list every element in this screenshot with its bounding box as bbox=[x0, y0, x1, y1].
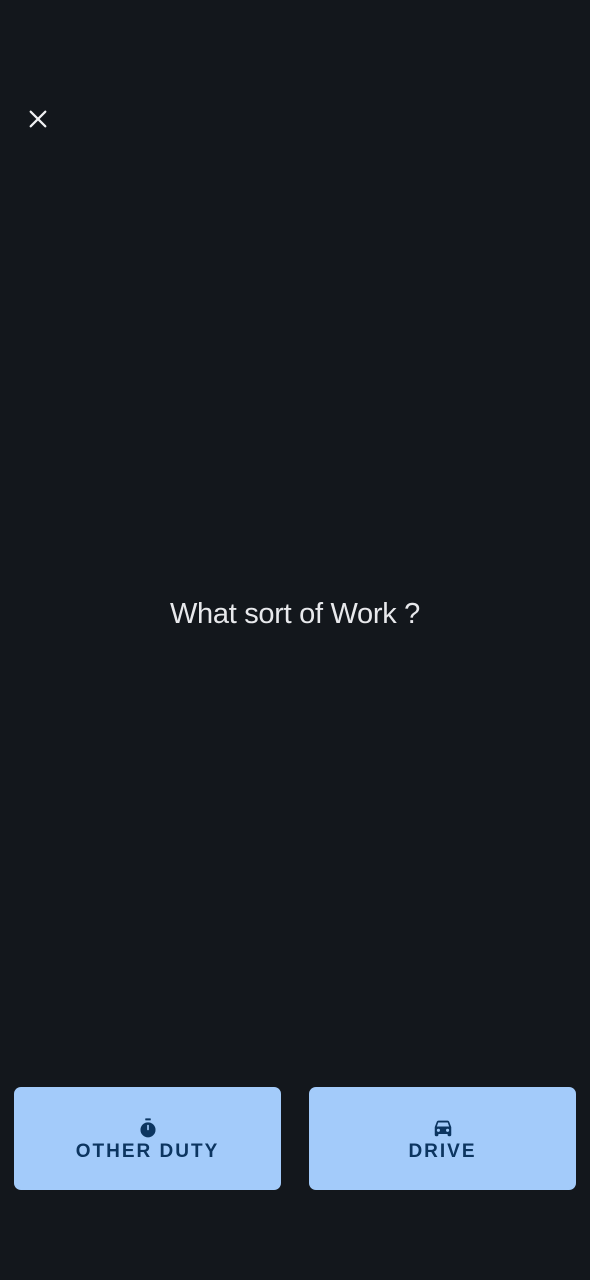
stopwatch-icon bbox=[137, 1117, 159, 1139]
work-type-question: What sort of Work ? bbox=[169, 598, 420, 630]
other-duty-label: OTHER DUTY bbox=[75, 1140, 220, 1162]
close-icon bbox=[27, 108, 49, 130]
close-button[interactable] bbox=[14, 95, 62, 143]
car-icon bbox=[432, 1117, 454, 1139]
drive-label: DRIVE bbox=[408, 1140, 477, 1162]
other-duty-button[interactable]: OTHER DUTY bbox=[14, 1087, 281, 1190]
drive-button[interactable]: DRIVE bbox=[309, 1087, 576, 1190]
